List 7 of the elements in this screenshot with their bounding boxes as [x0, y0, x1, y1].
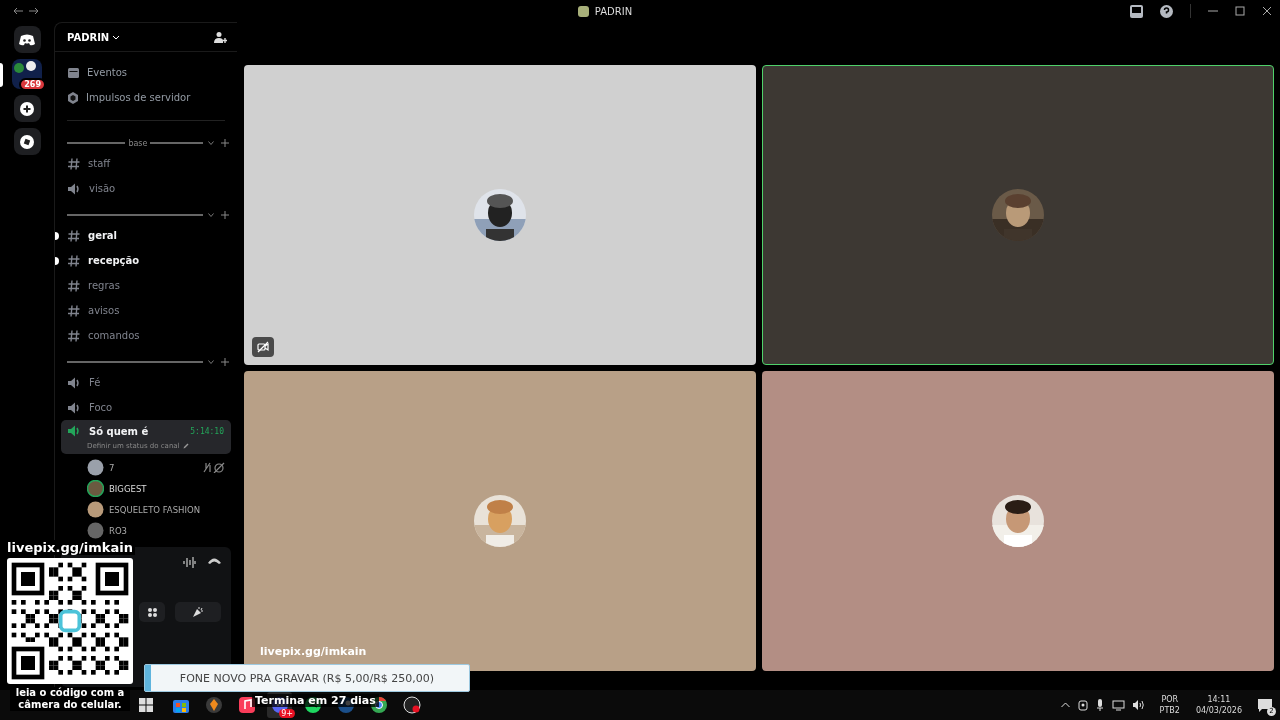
- mention-badge: 269: [19, 78, 46, 91]
- notification-badge: 9+: [279, 709, 295, 718]
- qr-caption: leia o código com a câmera do celular.: [10, 687, 130, 711]
- window-title: PADRIN: [594, 5, 633, 17]
- goal-deadline-toast: Termina em 27 dias: [252, 694, 379, 707]
- call-timer: 5:14:10: [190, 426, 224, 436]
- goal-title: FONE NOVO PRA GRAVAR (R$ 5,00/R$ 250,00): [179, 671, 435, 685]
